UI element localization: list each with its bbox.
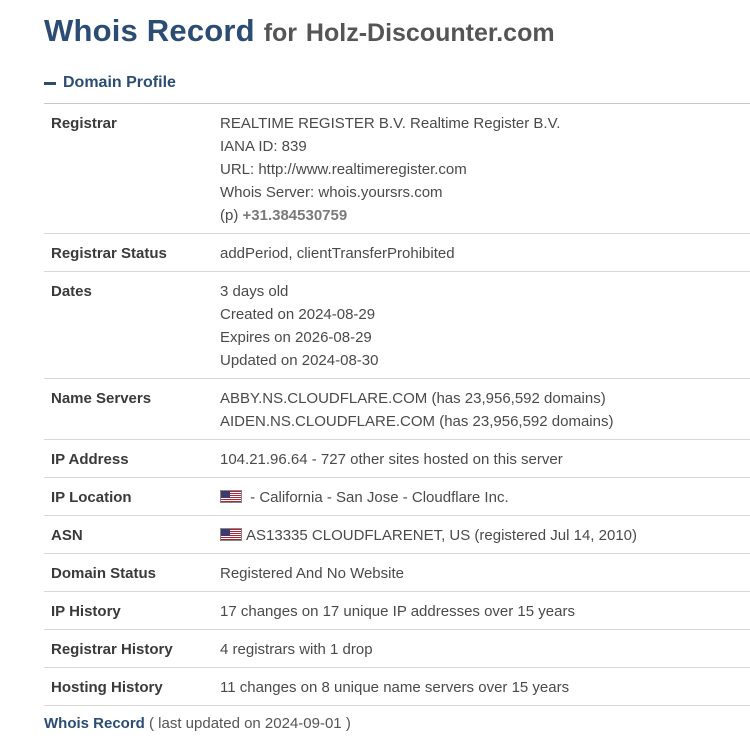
row-label: Registrar [44, 103, 220, 234]
row-label: Registrar Status [44, 233, 220, 272]
name-server-2: AIDEN.NS.CLOUDFLARE.COM (has 23,956,592 … [220, 413, 614, 430]
name-server-1: ABBY.NS.CLOUDFLARE.COM (has 23,956,592 d… [220, 390, 606, 407]
created-date: Created on 2024-08-29 [220, 306, 376, 323]
row-value: 104.21.96.64 - 727 other sites hosted on… [220, 439, 750, 478]
table-row-domain-status: Domain Status Registered And No Website [44, 553, 750, 592]
registrar-phone-line: (p) +31.384530759 [220, 204, 749, 227]
row-value: 3 days old Created on 2024-08-29 Expires… [220, 271, 750, 379]
section-label[interactable]: Domain Profile [63, 74, 176, 92]
table-row-registrar-status: Registrar Status addPeriod, clientTransf… [44, 233, 750, 272]
row-label: ASN [44, 515, 220, 554]
row-value: addPeriod, clientTransferProhibited [220, 233, 750, 272]
registrar-whois-server: Whois Server: whois.yoursrs.com [220, 184, 443, 201]
table-row-registrar-history: Registrar History 4 registrars with 1 dr… [44, 629, 750, 668]
whois-record-link[interactable]: Whois Record [44, 715, 145, 732]
row-value: REALTIME REGISTER B.V. Realtime Register… [220, 103, 750, 234]
row-label: Hosting History [44, 667, 220, 706]
page-title-for: for [263, 19, 298, 47]
table-row-asn: ASN AS13335 CLOUDFLARENET, US (registere… [44, 515, 750, 554]
us-flag-icon [220, 490, 242, 503]
ip-location-value: - California - San Jose - Cloudflare Inc… [246, 489, 509, 506]
table-row-ip-location: IP Location - California - San Jose - Cl… [44, 477, 750, 516]
us-flag-icon [220, 528, 242, 541]
table-row-ip-history: IP History 17 changes on 17 unique IP ad… [44, 591, 750, 630]
registrar-iana: IANA ID: 839 [220, 138, 307, 155]
page-title-domain: Holz-Discounter.com [305, 19, 555, 47]
last-updated-note: ( last updated on 2024-09-01 ) [144, 715, 351, 732]
table-row-dates: Dates 3 days old Created on 2024-08-29 E… [44, 271, 750, 379]
domain-age: 3 days old [220, 283, 289, 300]
row-label: Dates [44, 271, 220, 379]
row-value: 11 changes on 8 unique name servers over… [220, 667, 750, 706]
asn-value: AS13335 CLOUDFLARENET, US (registered Ju… [246, 527, 638, 544]
page-title: Whois Record for Holz-Discounter.com [44, 12, 555, 49]
registrar-name: REALTIME REGISTER B.V. Realtime Register… [220, 115, 561, 132]
row-label: Registrar History [44, 629, 220, 668]
row-value: - California - San Jose - Cloudflare Inc… [220, 477, 750, 516]
domain-profile-toggle[interactable]: Domain Profile [44, 74, 176, 92]
registrar-phone: +31.384530759 [242, 207, 348, 224]
updated-date: Updated on 2024-08-30 [220, 352, 379, 369]
row-label: Name Servers [44, 378, 220, 440]
row-label: IP Location [44, 477, 220, 516]
row-label: IP Address [44, 439, 220, 478]
row-label: Domain Status [44, 553, 220, 592]
row-value: ABBY.NS.CLOUDFLARE.COM (has 23,956,592 d… [220, 378, 750, 440]
phone-prefix: (p) [220, 207, 239, 224]
registrar-url: URL: http://www.realtimeregister.com [220, 161, 467, 178]
row-label: IP History [44, 591, 220, 630]
expires-date: Expires on 2026-08-29 [220, 329, 372, 346]
row-value: AS13335 CLOUDFLARENET, US (registered Ju… [220, 515, 750, 554]
table-row-hosting-history: Hosting History 11 changes on 8 unique n… [44, 667, 750, 706]
domain-profile-table: Registrar REALTIME REGISTER B.V. Realtim… [44, 103, 750, 706]
table-row-ip-address: IP Address 104.21.96.64 - 727 other site… [44, 439, 750, 478]
row-value: 17 changes on 17 unique IP addresses ove… [220, 591, 750, 630]
footer: Whois Record ( last updated on 2024-09-0… [44, 715, 351, 732]
table-row-name-servers: Name Servers ABBY.NS.CLOUDFLARE.COM (has… [44, 378, 750, 440]
collapse-minus-icon[interactable] [44, 81, 56, 85]
table-row-registrar: Registrar REALTIME REGISTER B.V. Realtim… [44, 103, 750, 234]
row-value: 4 registrars with 1 drop [220, 629, 750, 668]
page-title-main: Whois Record [44, 13, 255, 48]
row-value: Registered And No Website [220, 553, 750, 592]
